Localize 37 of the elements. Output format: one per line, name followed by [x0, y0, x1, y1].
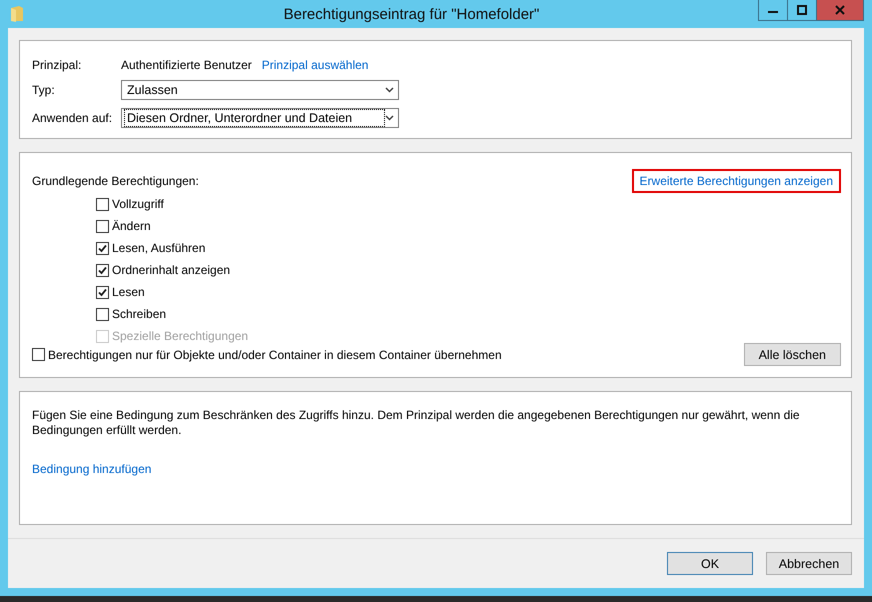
- checkbox[interactable]: [96, 286, 109, 298]
- close-icon: [835, 5, 845, 15]
- checkbox[interactable]: [96, 220, 109, 232]
- permission-label: Schreiben: [112, 307, 166, 321]
- advanced-permissions-link[interactable]: Erweiterte Berechtigungen anzeigen: [632, 169, 841, 193]
- dropdown-caret-icon: [385, 87, 394, 93]
- checkbox[interactable]: [96, 308, 109, 320]
- folder-icon: [10, 6, 24, 22]
- add-condition-link[interactable]: Bedingung hinzufügen: [32, 462, 152, 476]
- clear-all-button[interactable]: Alle löschen: [744, 343, 841, 366]
- checkbox[interactable]: [96, 198, 109, 210]
- checkbox[interactable]: [96, 264, 109, 276]
- dropdown-caret-icon: [385, 115, 394, 121]
- permission-label: Spezielle Berechtigungen: [112, 329, 248, 343]
- principal-label: Prinzipal:: [32, 58, 82, 72]
- checkbox[interactable]: [96, 242, 109, 254]
- dialog-button[interactable]: Abbrechen: [766, 552, 852, 575]
- maximize-icon: [797, 5, 807, 15]
- permission-label: Ordnerinhalt anzeigen: [112, 263, 230, 277]
- permission-label: Lesen: [112, 285, 145, 299]
- close-button[interactable]: [816, 0, 864, 21]
- permission-label: Lesen, Ausführen: [112, 241, 206, 255]
- select-principal-link[interactable]: Prinzipal auswählen: [262, 58, 368, 72]
- type-dropdown[interactable]: Zulassen: [121, 80, 399, 100]
- minimize-button[interactable]: [758, 0, 788, 21]
- principal-value: Authentifizierte Benutzer: [121, 58, 252, 72]
- permission-label: Vollzugriff: [112, 197, 164, 211]
- permission-label: Ändern: [112, 219, 151, 233]
- basic-permissions-label: Grundlegende Berechtigungen:: [32, 174, 199, 188]
- apply-to-dropdown[interactable]: Diesen Ordner, Unterordner und Dateien: [121, 108, 399, 128]
- condition-description: Fügen Sie eine Bedingung zum Beschränken des Zugriffs hinzu. Dem Prinzipal werden die angegebenen Berechtigungen nur gewährt, wenn die Bedingungen erfüllt werden.: [32, 408, 801, 438]
- checkbox[interactable]: [32, 348, 45, 361]
- dialog-button[interactable]: OK: [667, 552, 753, 575]
- window-title: Berechtigungseintrag für "Homefolder": [282, 5, 540, 23]
- type-label: Typ:: [32, 83, 56, 97]
- apply-to-label: Anwenden auf:: [32, 111, 114, 125]
- inherit-only-label: Berechtigungen nur für Objekte und/oder Container in diesem Container übernehmen: [48, 348, 502, 362]
